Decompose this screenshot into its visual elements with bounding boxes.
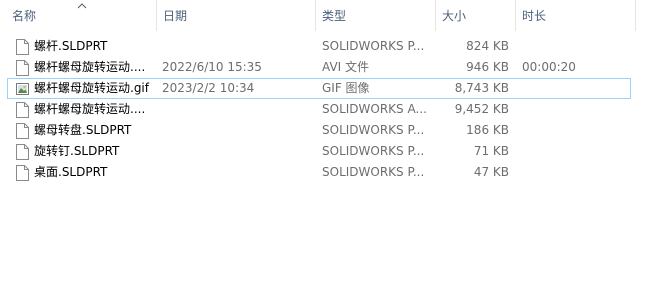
file-name: 桌面.SLDPRT bbox=[34, 165, 108, 179]
file-type: SOLIDWORKS P... bbox=[322, 39, 425, 53]
file-duration bbox=[522, 121, 622, 140]
file-date bbox=[162, 121, 312, 140]
file-duration bbox=[522, 79, 622, 98]
file-row-selected[interactable]: 螺杆螺母旋转运动.gif 2023/2/2 10:34 GIF 图像 8,743… bbox=[7, 78, 631, 99]
file-date: 2022/6/10 15:35 bbox=[162, 60, 262, 74]
file-name: 螺杆螺母旋转运动.gif bbox=[34, 81, 149, 95]
file-name: 螺杆螺母旋转运动.... bbox=[34, 102, 146, 116]
file-type: SOLIDWORKS P... bbox=[322, 123, 425, 137]
file-size: 71 KB bbox=[473, 144, 509, 158]
column-divider[interactable] bbox=[635, 0, 636, 31]
file-duration bbox=[522, 37, 622, 56]
file-date bbox=[162, 142, 312, 161]
file-size: 9,452 KB bbox=[454, 102, 509, 116]
file-type: AVI 文件 bbox=[322, 60, 370, 74]
document-icon bbox=[16, 39, 29, 55]
file-size: 8,743 KB bbox=[454, 81, 509, 95]
column-header-size[interactable]: 大小 bbox=[436, 0, 515, 31]
document-icon bbox=[16, 165, 29, 181]
file-duration bbox=[522, 100, 622, 119]
column-header-name-label: 名称 bbox=[12, 9, 37, 23]
document-icon bbox=[16, 60, 29, 76]
file-date: 2023/2/2 10:34 bbox=[162, 81, 255, 95]
file-row[interactable]: 旋转钉.SLDPRT SOLIDWORKS P... 71 KB bbox=[7, 141, 631, 162]
document-icon bbox=[16, 102, 29, 118]
file-date bbox=[162, 163, 312, 182]
file-type: SOLIDWORKS P... bbox=[322, 165, 425, 179]
file-duration bbox=[522, 142, 622, 161]
column-header-duration-label: 时长 bbox=[522, 9, 547, 23]
file-size: 824 KB bbox=[466, 39, 509, 53]
file-type: SOLIDWORKS A... bbox=[322, 102, 427, 116]
column-header-duration[interactable]: 时长 bbox=[516, 0, 635, 31]
file-row[interactable]: 螺杆螺母旋转运动.... 2022/6/10 15:35 AVI 文件 946 … bbox=[7, 57, 631, 78]
file-duration: 00:00:20 bbox=[522, 60, 576, 74]
file-type: GIF 图像 bbox=[322, 81, 370, 95]
column-header-bar: 名称 日期 类型 大小 时长 bbox=[0, 0, 666, 31]
image-file-icon bbox=[16, 83, 29, 95]
document-icon bbox=[16, 144, 29, 160]
column-header-size-label: 大小 bbox=[442, 9, 467, 23]
file-row[interactable]: 螺杆.SLDPRT SOLIDWORKS P... 824 KB bbox=[7, 36, 631, 57]
column-header-date[interactable]: 日期 bbox=[157, 0, 315, 31]
file-duration bbox=[522, 163, 622, 182]
document-icon bbox=[16, 123, 29, 139]
column-header-type[interactable]: 类型 bbox=[316, 0, 435, 31]
file-type: SOLIDWORKS P... bbox=[322, 144, 425, 158]
file-date bbox=[162, 100, 312, 119]
file-size: 946 KB bbox=[466, 60, 509, 74]
column-header-type-label: 类型 bbox=[322, 9, 347, 23]
column-header-date-label: 日期 bbox=[163, 9, 188, 23]
file-row[interactable]: 螺杆螺母旋转运动.... SOLIDWORKS A... 9,452 KB bbox=[7, 99, 631, 120]
file-name: 螺杆.SLDPRT bbox=[34, 39, 108, 53]
file-name: 螺杆螺母旋转运动.... bbox=[34, 60, 146, 74]
sort-ascending-icon bbox=[77, 3, 87, 9]
file-row[interactable]: 桌面.SLDPRT SOLIDWORKS P... 47 KB bbox=[7, 162, 631, 183]
file-size: 47 KB bbox=[473, 165, 509, 179]
file-date bbox=[162, 37, 312, 56]
file-row[interactable]: 螺母转盘.SLDPRT SOLIDWORKS P... 186 KB bbox=[7, 120, 631, 141]
file-size: 186 KB bbox=[466, 123, 509, 137]
file-name: 螺母转盘.SLDPRT bbox=[34, 123, 132, 137]
file-name: 旋转钉.SLDPRT bbox=[34, 144, 120, 158]
